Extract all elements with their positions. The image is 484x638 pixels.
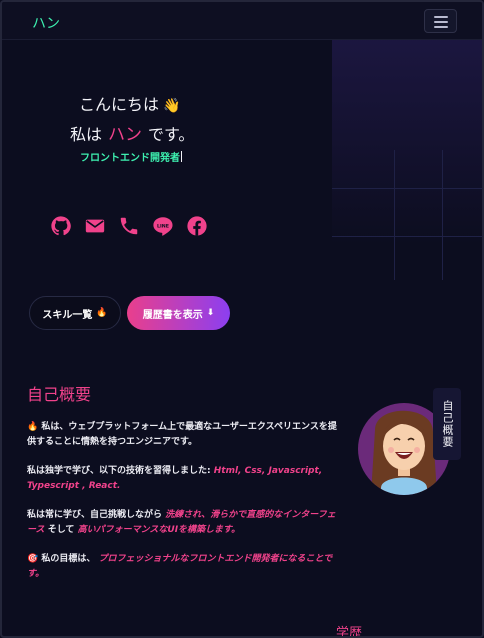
about-side-tab[interactable]: 自己概要 bbox=[433, 388, 461, 460]
line-icon[interactable]: LINE bbox=[152, 215, 174, 237]
skills-button-label: スキル一覧 bbox=[42, 309, 93, 321]
mail-icon[interactable] bbox=[84, 215, 106, 237]
name-prefix: 私は bbox=[70, 125, 103, 144]
about-p1-text: 私は、ウェブプラットフォーム上で最適なユーザーエクスペリエンスを提供することに情… bbox=[27, 422, 337, 447]
menu-line bbox=[434, 16, 448, 18]
brand-logo[interactable]: ハン bbox=[32, 13, 60, 33]
about-section-title: 自己概要 bbox=[27, 385, 92, 404]
about-p3-text: 私は常に学び、自己挑戦しながら bbox=[27, 510, 163, 520]
about-paragraph-4: 🎯 私の目標は、 プロフェッショナルなフロントエンド開発者になることです。 bbox=[27, 552, 342, 582]
typing-caret bbox=[181, 151, 182, 162]
skills-button[interactable]: スキル一覧 🔥 bbox=[29, 296, 121, 330]
fire-icon: 🔥 bbox=[96, 308, 108, 318]
grid-line bbox=[394, 150, 395, 280]
menu-line bbox=[434, 21, 448, 23]
name-suffix: です。 bbox=[148, 125, 195, 144]
role-typewriter: フロントエンド開発者 bbox=[80, 149, 182, 164]
hamburger-menu-button[interactable] bbox=[424, 9, 457, 33]
phone-icon[interactable] bbox=[118, 215, 140, 237]
about-paragraph-3: 私は常に学び、自己挑戦しながら 洗練され、滑らかで直感的なインターフェース そし… bbox=[27, 508, 342, 538]
about-paragraph-1: 🔥 私は、ウェブプラットフォーム上で最適なユーザーエクスペリエンスを提供すること… bbox=[27, 420, 342, 450]
about-p4-text: 私の目標は、 bbox=[41, 554, 96, 564]
page-frame: ハン こんにちは 👋 私は ハン です。 フロントエンド開発者 LINE スキル… bbox=[0, 0, 484, 638]
grid-background bbox=[332, 40, 482, 280]
grid-line bbox=[332, 188, 482, 189]
greeting-text: こんにちは bbox=[79, 95, 160, 114]
about-p3-text-2: そして bbox=[47, 525, 75, 535]
download-icon: ⬇ bbox=[206, 308, 215, 318]
github-icon[interactable] bbox=[50, 215, 72, 237]
svg-text:LINE: LINE bbox=[157, 223, 169, 229]
name-heading: 私は ハン です。 bbox=[70, 120, 194, 145]
education-section-title: 学歴 bbox=[336, 626, 363, 638]
grid-line bbox=[442, 150, 443, 280]
grid-line bbox=[332, 236, 482, 237]
fire-icon: 🔥 bbox=[27, 422, 39, 432]
name-highlight: ハン bbox=[108, 125, 143, 145]
menu-line bbox=[434, 26, 448, 28]
about-paragraph-2: 私は独学で学び、以下の技術を習得しました: Html, Css, Javascr… bbox=[27, 464, 342, 494]
navbar: ハン bbox=[2, 2, 482, 40]
facebook-icon[interactable] bbox=[186, 215, 208, 237]
greeting: こんにちは 👋 bbox=[79, 91, 180, 115]
about-p3-highlight-2: 高いパフォーマンスなUIを構築します。 bbox=[77, 525, 241, 535]
view-resume-button[interactable]: 履歴書を表示 ⬇ bbox=[127, 296, 230, 330]
target-icon: 🎯 bbox=[27, 554, 39, 564]
resume-button-label: 履歴書を表示 bbox=[142, 309, 203, 321]
about-p2-text: 私は独学で学び、以下の技術を習得しました: bbox=[27, 466, 211, 476]
role-text: フロントエンド開発者 bbox=[80, 153, 180, 164]
wave-icon: 👋 bbox=[163, 98, 181, 114]
